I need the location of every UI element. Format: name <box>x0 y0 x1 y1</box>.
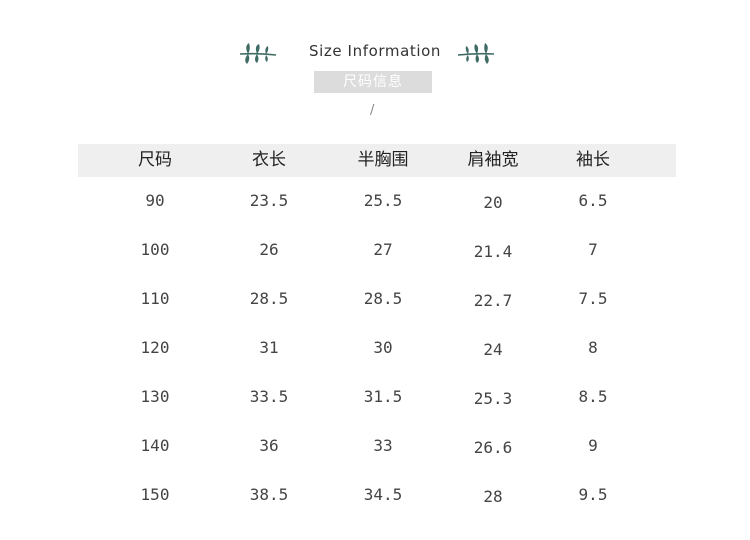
table-cell: 130 <box>140 387 170 406</box>
table-header-row: 尺码 衣长 半胸围 肩袖宽 袖长 <box>78 144 676 177</box>
column-header-size: 尺码 <box>138 150 172 170</box>
table-cell: 25.5 <box>363 191 403 210</box>
table-cell: 33.5 <box>249 387 289 406</box>
table-cell: 38.5 <box>249 485 289 504</box>
table-row: 100 26 27 21.4 7 <box>78 226 676 275</box>
table-cell: 25.3 <box>473 389 513 408</box>
table-cell: 21.4 <box>473 242 513 261</box>
table-cell: 30 <box>373 338 393 357</box>
table-cell: 7 <box>588 240 598 259</box>
table-row: 90 23.5 25.5 20 6.5 <box>78 177 676 226</box>
table-row: 140 36 33 26.6 9 <box>78 422 676 471</box>
table-cell: 23.5 <box>249 191 289 210</box>
table-cell: 28.5 <box>363 289 403 308</box>
table-cell: 9.5 <box>578 485 608 504</box>
table-cell: 26.6 <box>473 438 513 457</box>
table-row: 110 28.5 28.5 22.7 7.5 <box>78 275 676 324</box>
column-header-length: 衣长 <box>252 150 286 170</box>
table-cell: 100 <box>140 240 170 259</box>
table-cell: 24 <box>483 340 503 359</box>
table-cell: 31 <box>259 338 279 357</box>
title: Size Information <box>309 42 441 60</box>
leaf-branch-right-icon <box>457 43 495 64</box>
subtitle-badge: 尺码信息 <box>314 71 432 93</box>
table-cell: 120 <box>140 338 170 357</box>
table-cell: 90 <box>145 191 165 210</box>
column-header-sleeve: 袖长 <box>576 150 610 170</box>
svg-text:/: / <box>370 103 375 117</box>
column-header-half-chest: 半胸围 <box>357 150 409 170</box>
table-row: 130 33.5 31.5 25.3 8.5 <box>78 373 676 422</box>
table-cell: 27 <box>373 240 393 259</box>
table-cell: 9 <box>588 436 598 455</box>
table-cell: 150 <box>140 485 170 504</box>
table-cell: 36 <box>259 436 279 455</box>
table-cell: 33 <box>373 436 393 455</box>
table-row: 150 38.5 34.5 28 9.5 <box>78 471 676 520</box>
table-cell: 140 <box>140 436 170 455</box>
slash-divider: / <box>370 103 375 117</box>
table-cell: 28 <box>483 487 503 506</box>
table-cell: 6.5 <box>578 191 608 210</box>
table-cell: 7.5 <box>578 289 608 308</box>
table-cell: 28.5 <box>249 289 289 308</box>
table-cell: 34.5 <box>363 485 403 504</box>
column-header-shoulder-sleeve: 肩袖宽 <box>467 150 519 170</box>
table-cell: 31.5 <box>363 387 403 406</box>
table-cell: 22.7 <box>473 291 513 310</box>
table-row: 120 31 30 24 8 <box>78 324 676 373</box>
table-cell: 8.5 <box>578 387 608 406</box>
table-cell: 20 <box>483 193 503 212</box>
size-table: 尺码 衣长 半胸围 肩袖宽 袖长 90 23.5 25.5 20 6.5 100… <box>78 144 676 520</box>
table-cell: 8 <box>588 338 598 357</box>
table-cell: 110 <box>140 289 170 308</box>
table-cell: 26 <box>259 240 279 259</box>
size-info-header: Size Information <box>0 38 750 68</box>
leaf-branch-left-icon <box>239 43 277 64</box>
